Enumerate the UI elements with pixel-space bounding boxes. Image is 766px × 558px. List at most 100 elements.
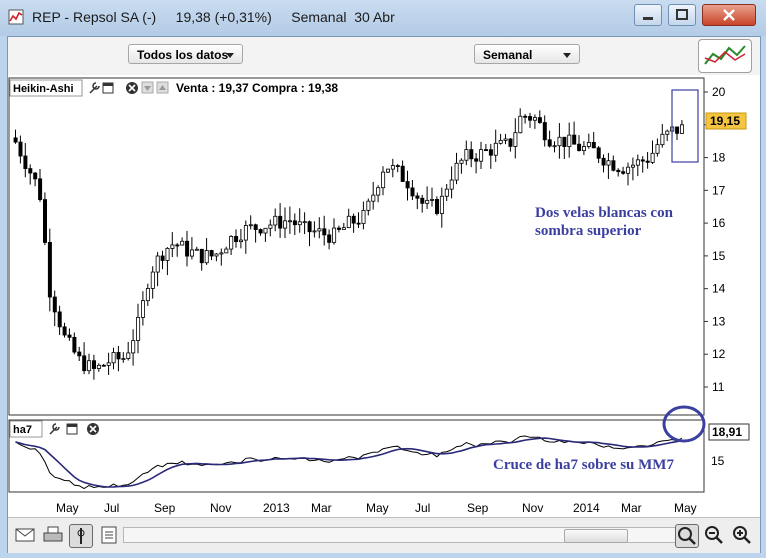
x-axis-label: May (674, 501, 697, 515)
candle-black (611, 160, 616, 171)
candle-white (582, 146, 587, 152)
candle-black (434, 199, 439, 214)
candle-black (47, 242, 52, 298)
candle-black (116, 352, 121, 360)
candle-black (292, 220, 297, 226)
annotation-text-line2: sombra superior (535, 223, 642, 239)
candle-black (356, 222, 361, 225)
window-icon[interactable] (66, 423, 78, 435)
candle-white (376, 187, 381, 196)
mail-icon[interactable] (14, 524, 36, 546)
y-tick-label: 17 (712, 183, 726, 197)
candle-black (101, 364, 106, 367)
window-titlebar: REP - Repsol SA (-) 19,38 (+0,31%) Seman… (0, 0, 766, 36)
window-title: REP - Repsol SA (-) 19,38 (+0,31%) Seman… (32, 9, 395, 25)
candle-white (268, 224, 273, 229)
candle-white (126, 352, 131, 359)
y-tick-label: 18 (712, 151, 726, 165)
candle-white (650, 152, 655, 163)
scrollbar-thumb[interactable] (564, 529, 628, 543)
candle-white (533, 117, 538, 121)
candle-black (596, 147, 601, 159)
candle-black (508, 138, 513, 147)
close-icon[interactable] (87, 423, 99, 435)
zoom-fit-icon[interactable] (675, 524, 699, 548)
candle-white (660, 133, 665, 146)
candle-white (219, 252, 224, 255)
y-tick-label: 15 (712, 249, 726, 263)
candle-black (160, 255, 165, 261)
candle-white (96, 364, 101, 369)
candle-white (332, 227, 337, 243)
candle-black (67, 334, 72, 338)
candle-black (307, 221, 312, 233)
zoom-in-icon[interactable] (731, 524, 753, 546)
x-axis-label: Nov (210, 501, 231, 515)
candle-white (238, 239, 243, 243)
candle-black (621, 171, 626, 174)
maximize-button[interactable] (668, 4, 696, 26)
candle-black (13, 137, 18, 143)
candle-black (645, 160, 650, 163)
zoom-out-icon[interactable] (703, 524, 725, 546)
close-icon[interactable] (126, 82, 138, 94)
price-tag-sub-label: 18,91 (712, 425, 742, 439)
candle-white (131, 340, 136, 354)
candle-white (297, 221, 302, 226)
candle-black (601, 157, 606, 166)
candle-white (439, 195, 444, 214)
candle-white (557, 136, 562, 147)
minimize-button[interactable] (634, 4, 662, 26)
chart-area[interactable]: Heikin-Ashi Venta : 19,37 Compra : 19,38… (8, 37, 760, 517)
candle-black (474, 158, 479, 162)
candle-white (283, 220, 288, 229)
draw-tool-icon[interactable] (69, 524, 93, 548)
candle-white (111, 352, 116, 364)
candle-black (410, 187, 415, 197)
annotation-text-line1: Dos velas blancas con (535, 205, 674, 221)
candle-black (542, 122, 547, 141)
candle-black (57, 311, 62, 328)
candle-black (77, 351, 82, 357)
candle-white (150, 271, 155, 289)
time-scrollbar[interactable] (123, 527, 678, 543)
candle-black (405, 181, 410, 189)
candle-black (395, 165, 400, 167)
candle-white (635, 159, 640, 166)
candle-white (385, 168, 390, 173)
arrow-up-icon[interactable] (156, 81, 169, 94)
candle-white (165, 247, 170, 261)
candle-white (552, 145, 557, 148)
candle-black (72, 336, 77, 353)
candle-black (469, 149, 474, 160)
candle-black (33, 172, 38, 180)
candle-white (273, 215, 278, 226)
candle-white (371, 194, 376, 202)
candle-white (493, 142, 498, 156)
candle-white (145, 288, 150, 302)
candle-black (483, 149, 488, 152)
candle-black (209, 250, 214, 257)
candle-black (234, 236, 239, 243)
x-axis-label: Sep (467, 501, 489, 515)
candle-white (229, 236, 234, 250)
x-axis-label: Mar (311, 501, 332, 515)
minimize-icon (643, 17, 653, 20)
x-axis-label: Sep (154, 501, 176, 515)
candle-white (444, 188, 449, 197)
arrow-down-icon[interactable] (141, 81, 154, 94)
candle-black (278, 215, 283, 229)
candle-white (567, 134, 572, 147)
print-icon[interactable] (42, 524, 64, 546)
bottom-toolbar (8, 517, 760, 553)
close-window-button[interactable] (702, 4, 756, 26)
candle-black (52, 296, 57, 313)
window-icon[interactable] (102, 82, 114, 94)
candle-black (547, 139, 552, 147)
y-tick-label: 20 (712, 85, 726, 99)
candle-white (479, 149, 484, 162)
candle-black (175, 244, 180, 247)
page-icon[interactable] (98, 524, 120, 546)
candle-white (189, 249, 194, 257)
candle-black (258, 229, 263, 234)
